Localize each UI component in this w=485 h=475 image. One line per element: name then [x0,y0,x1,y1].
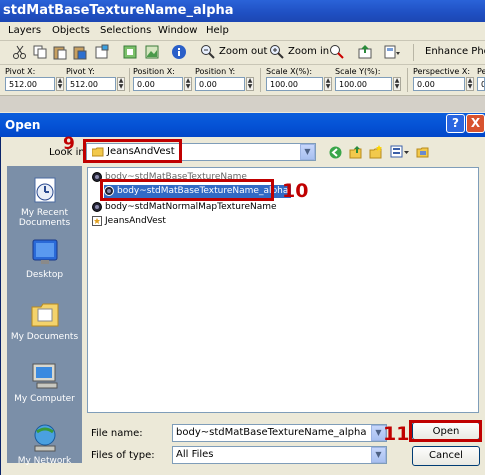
annotation-step-10: 10 [282,180,309,202]
layout-dropdown-icon[interactable] [384,44,400,60]
workspace-background [0,96,485,112]
annotation-step-11: 11 [383,423,410,445]
file-name-input[interactable]: body~stdMatBaseTextureName_alpha [172,424,387,442]
image-icon[interactable] [144,44,160,60]
annotation-box-lookin [83,139,182,163]
place-label: Desktop [25,270,64,280]
place-label: My Computer [14,394,75,404]
view-menu-icon[interactable] [390,145,410,159]
scale-x-label: Scale X(%): [266,67,313,76]
list-item[interactable]: body~stdMatNormalMapTextureName [92,201,277,214]
help-button[interactable]: ? [446,114,465,133]
zoom-in-button[interactable]: Zoom in [288,46,329,57]
refresh-icon[interactable] [122,44,138,60]
desktop-icon [32,239,57,264]
annotation-step-9: 9 [63,134,75,154]
pivot-x-input[interactable]: 512.00 [5,77,55,91]
perspective-x-spinner[interactable]: ▲ ▼ [466,77,474,91]
network-icon [34,424,55,452]
computer-icon [32,363,57,389]
zoom-tool-icon[interactable] [329,44,345,60]
scale-y-spinner[interactable]: ▲ ▼ [393,77,401,91]
place-label: My Documents [10,332,79,342]
paste-icon[interactable] [52,44,68,60]
documents-folder-icon [31,303,58,327]
new-folder-icon[interactable] [369,145,383,159]
pivot-x-spinner[interactable]: ▲ ▼ [56,77,64,91]
export-icon[interactable] [357,44,373,60]
places-bar: My Recent Documents Desktop My Documents… [7,166,82,466]
place-label: My Network [17,456,72,466]
shortcut-file-icon [92,215,102,226]
position-x-spinner[interactable]: ▲ ▼ [184,77,192,91]
place-desktop[interactable]: Desktop [7,236,82,280]
zoom-out-icon[interactable] [200,44,216,60]
menu-layers[interactable]: Layers [8,25,41,36]
place-my-documents[interactable]: My Documents [7,298,82,342]
up-folder-icon[interactable] [349,145,363,159]
recent-documents-icon [34,177,55,203]
transform-bar: Pivot X: 512.00 ▲ ▼ Pivot Y: 512.00 ▲ ▼ Po… [0,65,485,96]
back-icon[interactable] [329,146,342,159]
app-title: stdMatBaseTextureName_alpha [3,3,234,18]
place-my-recent-documents[interactable]: My Recent Documents [7,174,82,228]
transform-divider [129,68,130,92]
annotation-box-file [100,179,274,201]
paste-new-icon[interactable] [94,44,110,60]
perspective-y-label: Pe [477,67,485,76]
image-file-icon [92,201,102,212]
menu-help[interactable]: Help [206,25,229,36]
menu-bar: Layers Objects Selections Window Help [0,22,485,41]
transform-divider [407,68,408,92]
close-button[interactable]: X [466,114,485,133]
files-of-type-dropdown-button[interactable]: ▼ [371,447,386,463]
pivot-y-spinner[interactable]: ▲ ▼ [117,77,125,91]
place-my-computer[interactable]: My Computer [7,360,82,404]
copy-icon[interactable] [32,44,48,60]
perspective-x-input[interactable]: 0.00 [413,77,465,91]
position-y-label: Position Y: [195,67,236,76]
files-of-type-label: Files of type: [91,450,155,461]
dialog-title: Open [5,118,41,132]
scale-y-label: Scale Y(%): [335,67,381,76]
tools-folder-icon[interactable] [416,145,430,159]
position-y-spinner[interactable]: ▲ ▼ [246,77,254,91]
list-item[interactable]: JeansAndVest [92,215,166,228]
menu-window[interactable]: Window [158,25,197,36]
menu-selections[interactable]: Selections [100,25,151,36]
app-title-bar: stdMatBaseTextureName_alpha [0,0,485,22]
file-list[interactable]: body~stdMatBaseTextureName body~stdMatBa… [87,167,479,413]
enhance-photo-button[interactable]: Enhance Photo [425,46,485,57]
perspective-x-label: Perspective X: [413,67,471,76]
position-y-input[interactable]: 0.00 [195,77,245,91]
pivot-x-label: Pivot X: [5,67,36,76]
position-x-label: Position X: [133,67,175,76]
pivot-y-label: Pivot Y: [66,67,95,76]
place-my-network[interactable]: My Network [7,422,82,466]
file-name: body~stdMatNormalMapTextureName [105,202,277,212]
toolbar: Zoom out Zoom in Enhance Photo [0,41,485,65]
annotation-box-open [409,420,482,442]
info-icon[interactable] [171,44,187,60]
scale-y-input[interactable]: 100.00 [335,77,392,91]
place-label: My Recent Documents [18,208,71,228]
scissors-icon[interactable] [12,44,28,60]
file-name-label: File name: [91,428,143,439]
file-name: JeansAndVest [105,216,166,226]
toolbar-divider [413,44,414,61]
zoom-in-icon[interactable] [269,44,285,60]
zoom-out-button[interactable]: Zoom out [219,46,267,57]
pivot-y-input[interactable]: 512.00 [66,77,116,91]
paste-special-icon[interactable] [72,44,88,60]
transform-divider [260,68,261,92]
scale-x-input[interactable]: 100.00 [266,77,323,91]
position-x-input[interactable]: 0.00 [133,77,183,91]
perspective-y-input[interactable]: 0 [477,77,485,91]
cancel-button[interactable]: Cancel [412,446,480,466]
scale-x-spinner[interactable]: ▲ ▼ [324,77,332,91]
files-of-type-select[interactable]: All Files [172,446,387,464]
look-in-dropdown-button[interactable]: ▼ [300,144,315,160]
menu-objects[interactable]: Objects [52,25,90,36]
